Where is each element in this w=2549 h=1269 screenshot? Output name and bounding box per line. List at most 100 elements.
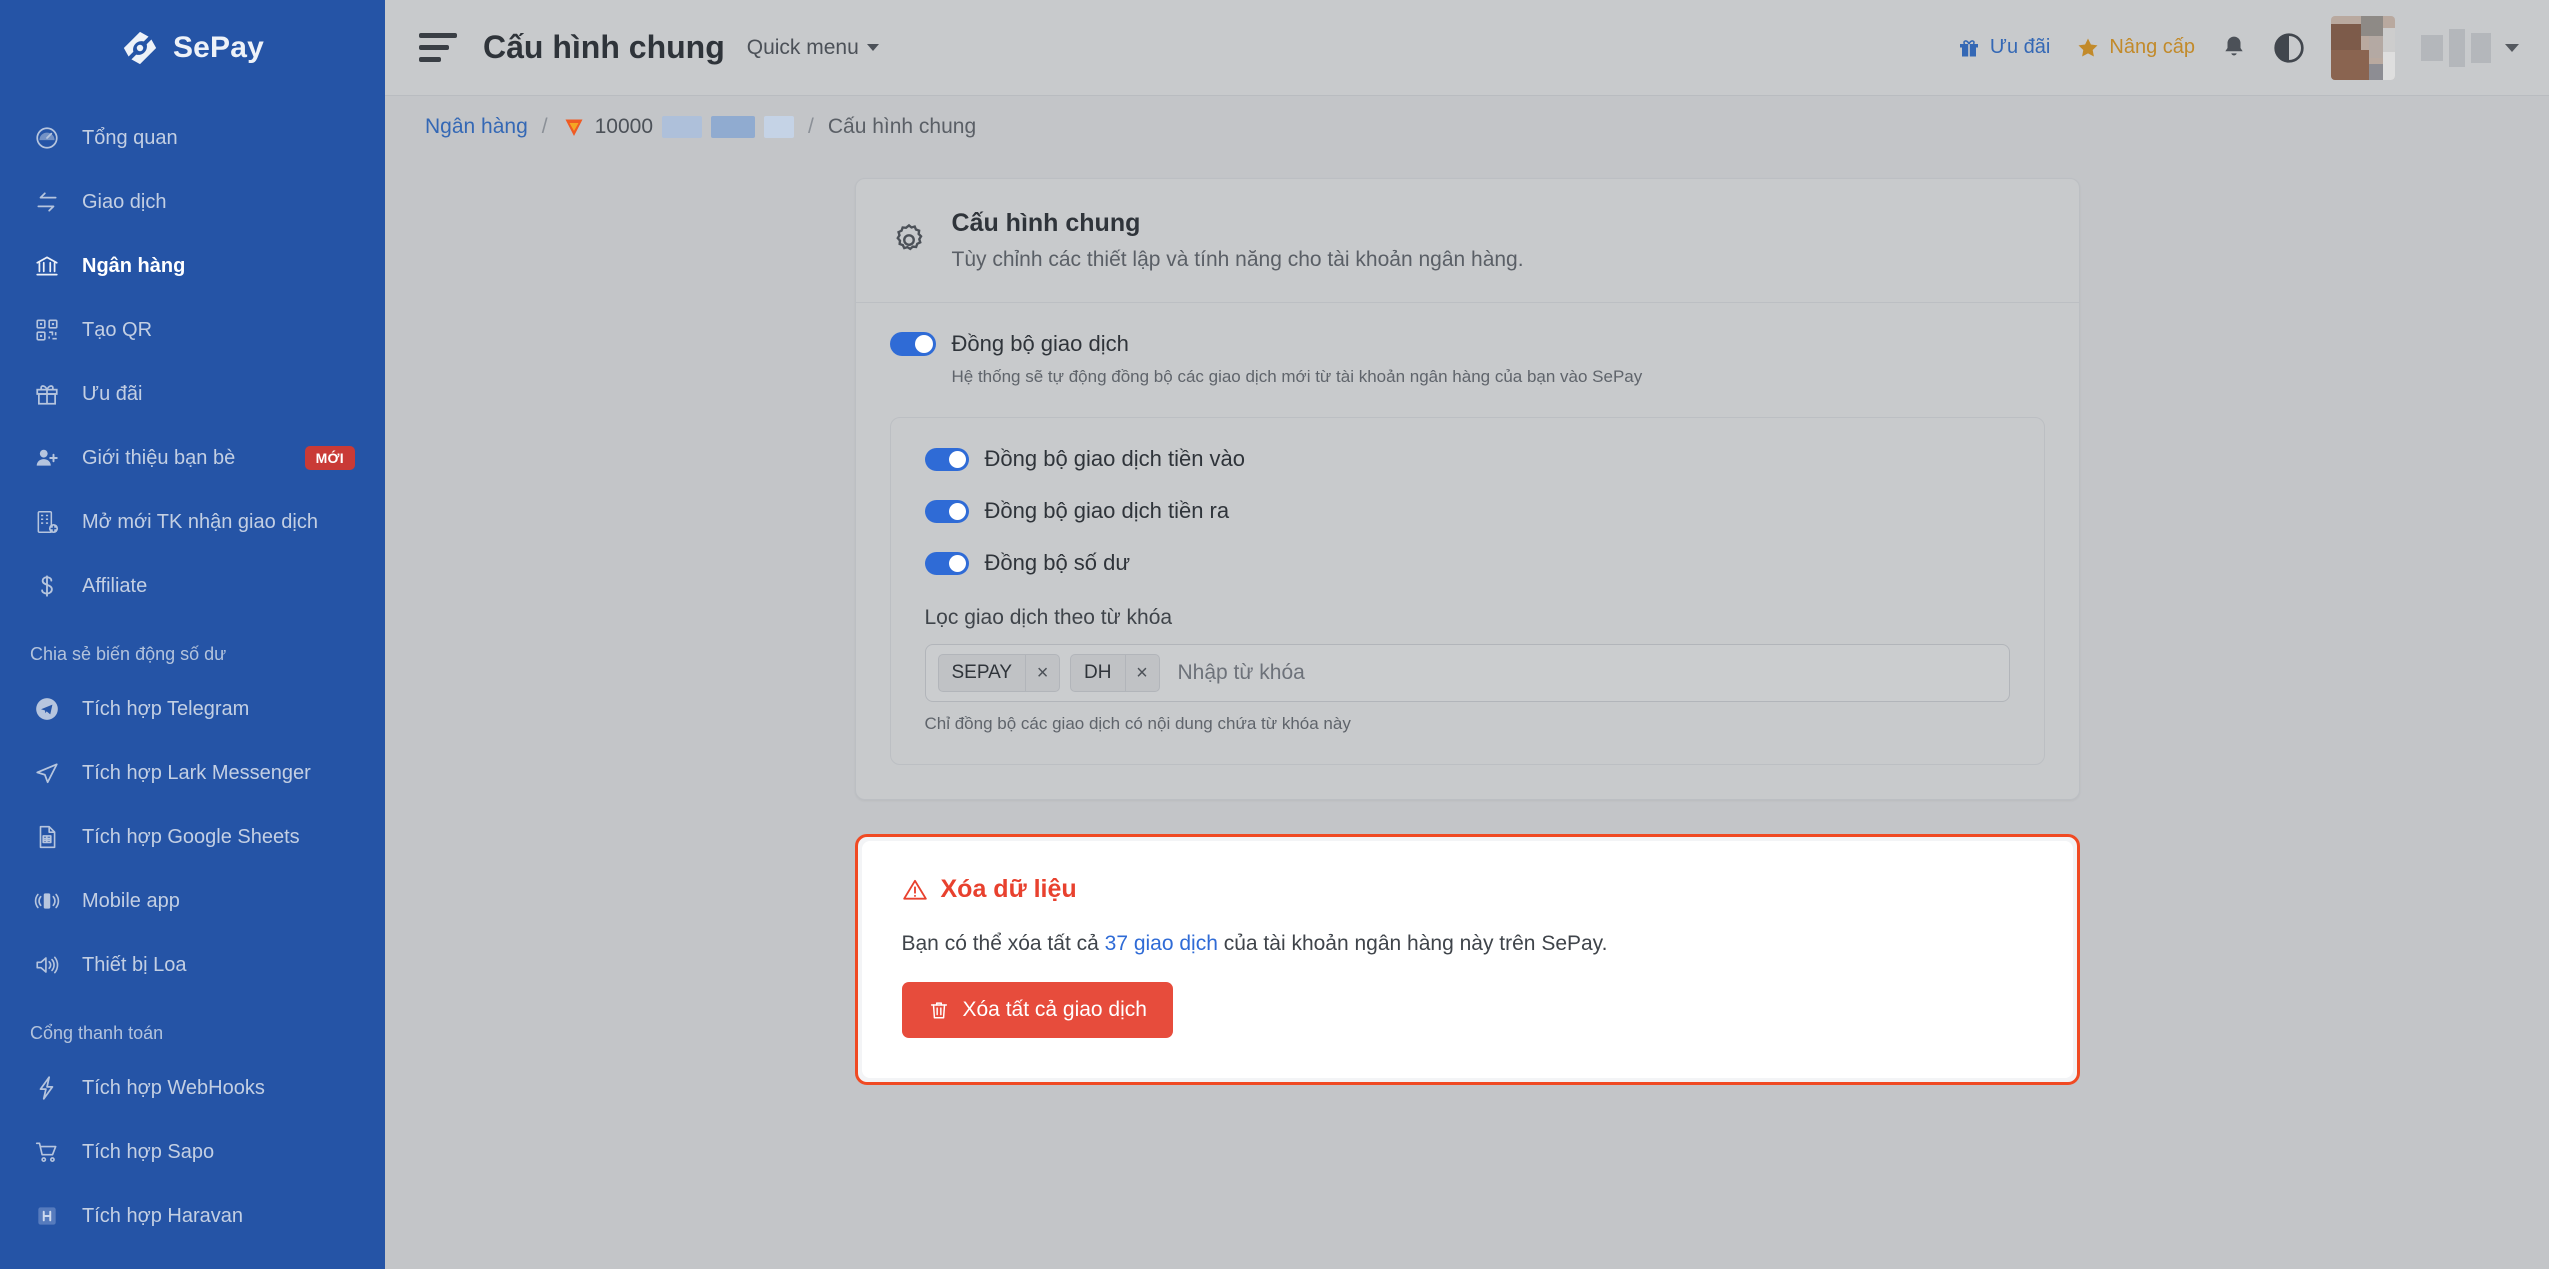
sidebar-item-uu-dai[interactable]: Ưu đãi bbox=[0, 362, 385, 426]
sync-transactions-toggle[interactable] bbox=[889, 332, 936, 356]
sidebar-item-tong-quan[interactable]: Tổng quan bbox=[0, 106, 385, 170]
card-title: Cấu hình chung bbox=[951, 209, 1141, 237]
qr-code-icon bbox=[34, 317, 60, 343]
app-root: SePay Tổng quan Giao dịch Ngân hàng Tạo … bbox=[0, 0, 2549, 1269]
sidebar-item-affiliate[interactable]: Affiliate bbox=[0, 554, 385, 618]
transactions-count-link[interactable]: 37 giao dịch bbox=[1105, 932, 1218, 955]
topbar-right-cluster: Ưu đãi Nâng cấp bbox=[1957, 15, 2519, 80]
keyword-filter-label: Lọc giao dịch theo từ khóa bbox=[924, 606, 1173, 629]
mobile-app-icon bbox=[34, 888, 60, 914]
quick-menu-label: Quick menu bbox=[746, 35, 859, 59]
sync-transactions-row: Đồng bộ giao dịch bbox=[889, 331, 2045, 357]
chevron-down-icon bbox=[866, 44, 879, 51]
gift-icon bbox=[1959, 39, 1978, 56]
keyword-tag: SEPAY × bbox=[937, 654, 1061, 692]
sidebar-item-thiet-bi-loa[interactable]: Thiết bị Loa bbox=[0, 933, 385, 997]
upgrade-label: Nâng cấp bbox=[2109, 36, 2195, 58]
promo-label: Ưu đãi bbox=[1989, 36, 2051, 58]
main-area: Cấu hình chung Quick menu Ưu đãi Nâng cấ… bbox=[385, 0, 2549, 1269]
user-name-redacted[interactable] bbox=[2421, 28, 2519, 67]
sidebar-item-lark[interactable]: Tích hợp Lark Messenger bbox=[0, 741, 385, 805]
sidebar-section-payment-title: Cổng thanh toán bbox=[30, 1023, 164, 1043]
sidebar-item-label: Ưu đãi bbox=[82, 382, 143, 405]
gear-icon bbox=[895, 223, 923, 251]
theme-contrast-icon[interactable] bbox=[2273, 32, 2305, 64]
google-sheets-icon bbox=[34, 824, 60, 850]
sidebar-item-haravan[interactable]: Tích hợp Haravan bbox=[0, 1184, 385, 1248]
keyword-tag: DH × bbox=[1070, 654, 1160, 692]
sidebar-item-mobile-app[interactable]: Mobile app bbox=[0, 869, 385, 933]
cart-icon bbox=[34, 1139, 60, 1165]
sync-incoming-toggle[interactable] bbox=[924, 447, 969, 471]
gift-icon bbox=[34, 381, 60, 407]
bank-icon bbox=[34, 253, 60, 279]
status-badge-new: MỚI bbox=[304, 446, 355, 470]
dashboard-icon bbox=[34, 125, 60, 151]
danger-zone-card: Xóa dữ liệu Bạn có thể xóa tất cả 37 gia… bbox=[861, 841, 2073, 1078]
sidebar-item-gioi-thieu-ban-be[interactable]: Giới thiệu bạn bè MỚI bbox=[0, 426, 385, 490]
sidebar-nav: Tổng quan Giao dịch Ngân hàng Tạo QR Ưu … bbox=[0, 96, 385, 1248]
remove-keyword-icon[interactable]: × bbox=[1025, 655, 1059, 691]
sync-outgoing-row: Đồng bộ giao dịch tiền ra bbox=[924, 498, 2010, 524]
chevron-down-icon[interactable] bbox=[2505, 43, 2519, 52]
keyword-tag-label: SEPAY bbox=[951, 662, 1013, 683]
sidebar-item-tao-qr[interactable]: Tạo QR bbox=[0, 298, 385, 362]
warning-triangle-icon bbox=[902, 879, 927, 900]
quick-menu-dropdown[interactable]: Quick menu bbox=[747, 36, 879, 60]
danger-text-after: của tài khoản ngân hàng này trên SePay. bbox=[1217, 932, 1608, 955]
sidebar-item-label: Ngân hàng bbox=[82, 254, 186, 277]
sidebar-item-ngan-hang[interactable]: Ngân hàng bbox=[0, 234, 385, 298]
sidebar: SePay Tổng quan Giao dịch Ngân hàng Tạo … bbox=[0, 0, 385, 1269]
sidebar-item-google-sheets[interactable]: Tích hợp Google Sheets bbox=[0, 805, 385, 869]
sidebar-section-balance-title: Chia sẻ biến động số dư bbox=[30, 644, 227, 664]
toggle-knob bbox=[948, 450, 966, 468]
keyword-filter-input[interactable]: SEPAY × DH × Nhập từ khóa bbox=[924, 644, 2010, 702]
danger-zone-title-row: Xóa dữ liệu bbox=[902, 875, 2033, 904]
keyword-input-placeholder[interactable]: Nhập từ khóa bbox=[1178, 661, 1997, 685]
star-icon bbox=[2078, 38, 2098, 56]
sidebar-item-label: Mobile app bbox=[82, 889, 180, 912]
page-title: Cấu hình chung bbox=[483, 29, 725, 65]
remove-keyword-icon[interactable]: × bbox=[1124, 655, 1159, 691]
delete-all-transactions-button[interactable]: Xóa tất cả giao dịch bbox=[901, 982, 1173, 1038]
sync-incoming-row: Đồng bộ giao dịch tiền vào bbox=[924, 446, 2010, 472]
toggle-knob bbox=[948, 502, 966, 520]
sidebar-item-webhooks[interactable]: Tích hợp WebHooks bbox=[0, 1056, 385, 1120]
sidebar-item-label: Mở mới TK nhận giao dịch bbox=[82, 510, 318, 533]
sidebar-item-label: Affiliate bbox=[82, 574, 148, 597]
danger-text-before: Bạn có thể xóa tất cả bbox=[901, 932, 1105, 955]
sidebar-item-giao-dich[interactable]: Giao dịch bbox=[0, 170, 385, 234]
breadcrumb-root[interactable]: Ngân hàng bbox=[425, 115, 528, 139]
toggle-knob bbox=[914, 335, 933, 353]
sidebar-item-label: Thiết bị Loa bbox=[82, 953, 187, 976]
brand-logo-area[interactable]: SePay bbox=[0, 0, 385, 96]
danger-zone-text: Bạn có thể xóa tất cả 37 giao dịch của t… bbox=[902, 932, 2033, 956]
sync-balance-label: Đồng bộ số dư bbox=[984, 550, 1131, 575]
sidebar-item-label: Tích hợp Sapo bbox=[82, 1140, 215, 1163]
breadcrumb: Ngân hàng / 10000 / Cấu hình chung bbox=[385, 96, 2549, 158]
toggle-knob bbox=[948, 554, 966, 572]
hamburger-menu-icon[interactable] bbox=[419, 33, 457, 63]
sync-outgoing-toggle[interactable] bbox=[924, 499, 969, 523]
danger-zone-highlight: Xóa dữ liệu Bạn có thể xóa tất cả 37 gia… bbox=[854, 834, 2080, 1085]
speaker-icon bbox=[34, 952, 60, 978]
notification-bell-icon[interactable] bbox=[2221, 33, 2247, 63]
sepay-logo-icon bbox=[123, 31, 157, 65]
haravan-icon bbox=[34, 1203, 60, 1229]
transactions-icon bbox=[34, 189, 60, 215]
breadcrumb-bank-account[interactable]: 10000 bbox=[562, 115, 795, 139]
sidebar-item-sapo[interactable]: Tích hợp Sapo bbox=[0, 1120, 385, 1184]
sidebar-item-label: Tích hợp WebHooks bbox=[82, 1076, 265, 1099]
sync-balance-toggle[interactable] bbox=[924, 551, 969, 575]
sidebar-item-label: Tích hợp Haravan bbox=[82, 1204, 243, 1227]
danger-zone-title: Xóa dữ liệu bbox=[940, 875, 1077, 903]
breadcrumb-current: Cấu hình chung bbox=[827, 115, 977, 138]
webhook-icon bbox=[34, 1075, 60, 1101]
user-plus-icon bbox=[34, 445, 60, 471]
avatar[interactable] bbox=[2331, 15, 2395, 80]
upgrade-link[interactable]: Nâng cấp bbox=[2076, 36, 2195, 60]
sidebar-item-mo-moi-tk[interactable]: Mở mới TK nhận giao dịch bbox=[0, 490, 385, 554]
dollar-icon bbox=[34, 573, 60, 599]
promo-link[interactable]: Ưu đãi bbox=[1957, 36, 2050, 60]
sidebar-item-telegram[interactable]: Tích hợp Telegram bbox=[0, 677, 385, 741]
